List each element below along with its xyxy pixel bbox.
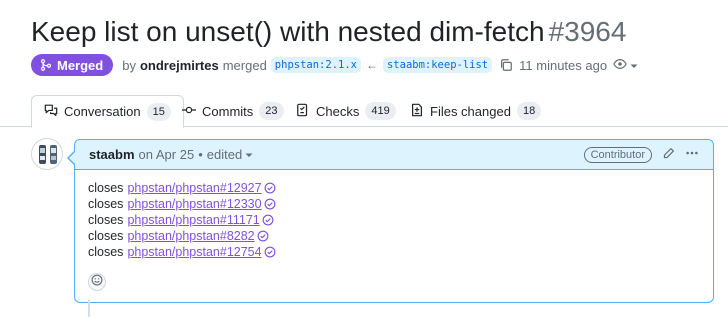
add-reaction-button[interactable]	[88, 273, 106, 291]
list-item: closes phpstan/phpstan#12754	[88, 244, 700, 260]
tab-counter: 15	[146, 102, 171, 121]
kebab-horizontal-icon[interactable]	[685, 146, 699, 163]
issue-link[interactable]: phpstan/phpstan#12754	[127, 244, 261, 260]
pr-meta: Merged by ondrejmirtes merged phpstan:2.…	[31, 54, 638, 76]
tab-counter: 18	[516, 102, 542, 120]
check-circle-icon	[264, 198, 276, 210]
merged-time: 11 minutes ago	[519, 57, 608, 73]
issue-link[interactable]: phpstan/phpstan#12927	[127, 180, 261, 196]
tab-label: Files changed	[430, 103, 511, 119]
merged-status-badge: Merged	[31, 54, 114, 76]
closes-text: closes	[88, 229, 124, 243]
comment-body: closes phpstan/phpstan#12927 closes phps…	[75, 170, 713, 260]
comment-header: staabm on Apr 25 • edited Contributor	[75, 140, 713, 170]
issue-link[interactable]: phpstan/phpstan#12330	[127, 196, 261, 212]
pr-title-row: Keep list on unset() with nested dim-fet…	[31, 14, 626, 50]
tab-conversation[interactable]: Conversation 15	[31, 95, 184, 128]
closes-text: closes	[88, 181, 124, 195]
head-branch-label[interactable]: staabm:keep-list	[382, 57, 493, 73]
merged-by-prefix: by	[122, 57, 136, 73]
closes-text: closes	[88, 245, 124, 259]
avatar[interactable]	[31, 138, 63, 170]
arrow-left-icon: ←	[365, 58, 378, 72]
merged-label: Merged	[57, 57, 104, 73]
closes-text: closes	[88, 213, 124, 227]
tab-counter: 419	[365, 102, 396, 120]
tab-label: Conversation	[64, 104, 141, 119]
list-item: closes phpstan/phpstan#8282	[88, 228, 700, 244]
tab-commits[interactable]: Commits 23	[170, 95, 296, 127]
tab-checks[interactable]: Checks 419	[284, 95, 408, 127]
check-circle-icon	[262, 214, 274, 226]
tab-files-changed[interactable]: Files changed 18	[398, 95, 553, 127]
file-diff-icon	[410, 103, 424, 120]
pr-number: #3964	[548, 16, 627, 47]
list-item: closes phpstan/phpstan#11171	[88, 212, 700, 228]
comment-box: staabm on Apr 25 • edited Contributor cl…	[67, 139, 714, 303]
comment-discussion-icon	[44, 103, 58, 120]
merged-by-user-link[interactable]: ondrejmirtes	[140, 58, 219, 73]
check-circle-icon	[264, 182, 276, 194]
closes-text: closes	[88, 197, 124, 211]
watch-button[interactable]	[613, 57, 638, 74]
smiley-icon	[91, 273, 103, 291]
pr-title: Keep list on unset() with nested dim-fet…	[31, 16, 545, 47]
edited-label: edited	[206, 147, 243, 162]
timeline-line	[88, 300, 90, 317]
comment-date-link[interactable]: on Apr 25	[139, 147, 195, 162]
comment-author-link[interactable]: staabm	[89, 147, 135, 162]
merged-text: merged	[222, 57, 267, 73]
copy-icon[interactable]	[499, 58, 513, 72]
git-commit-icon	[182, 103, 196, 120]
eye-icon	[613, 57, 627, 74]
check-circle-icon	[257, 230, 269, 242]
pr-tabs: Conversation 15 Commits 23 Checks 419 Fi…	[0, 95, 728, 128]
check-circle-icon	[264, 246, 276, 258]
git-merge-icon	[40, 59, 52, 71]
chevron-down-icon	[630, 58, 638, 73]
pencil-icon[interactable]	[662, 147, 675, 163]
list-item: closes phpstan/phpstan#12927	[88, 180, 700, 196]
list-item: closes phpstan/phpstan#12330	[88, 196, 700, 212]
tab-label: Checks	[316, 103, 360, 119]
checklist-icon	[296, 103, 310, 120]
base-branch-label[interactable]: phpstan:2.1.x	[270, 57, 361, 73]
comment-actions: Contributor	[583, 146, 699, 163]
edited-dropdown[interactable]: edited	[207, 147, 253, 162]
chevron-down-icon	[245, 147, 253, 162]
issue-link[interactable]: phpstan/phpstan#11171	[127, 212, 259, 228]
issue-link[interactable]: phpstan/phpstan#8282	[127, 228, 254, 244]
separator: •	[198, 147, 203, 162]
tab-counter: 23	[259, 102, 284, 120]
tab-label: Commits	[202, 103, 254, 119]
contributor-badge: Contributor	[583, 146, 652, 163]
